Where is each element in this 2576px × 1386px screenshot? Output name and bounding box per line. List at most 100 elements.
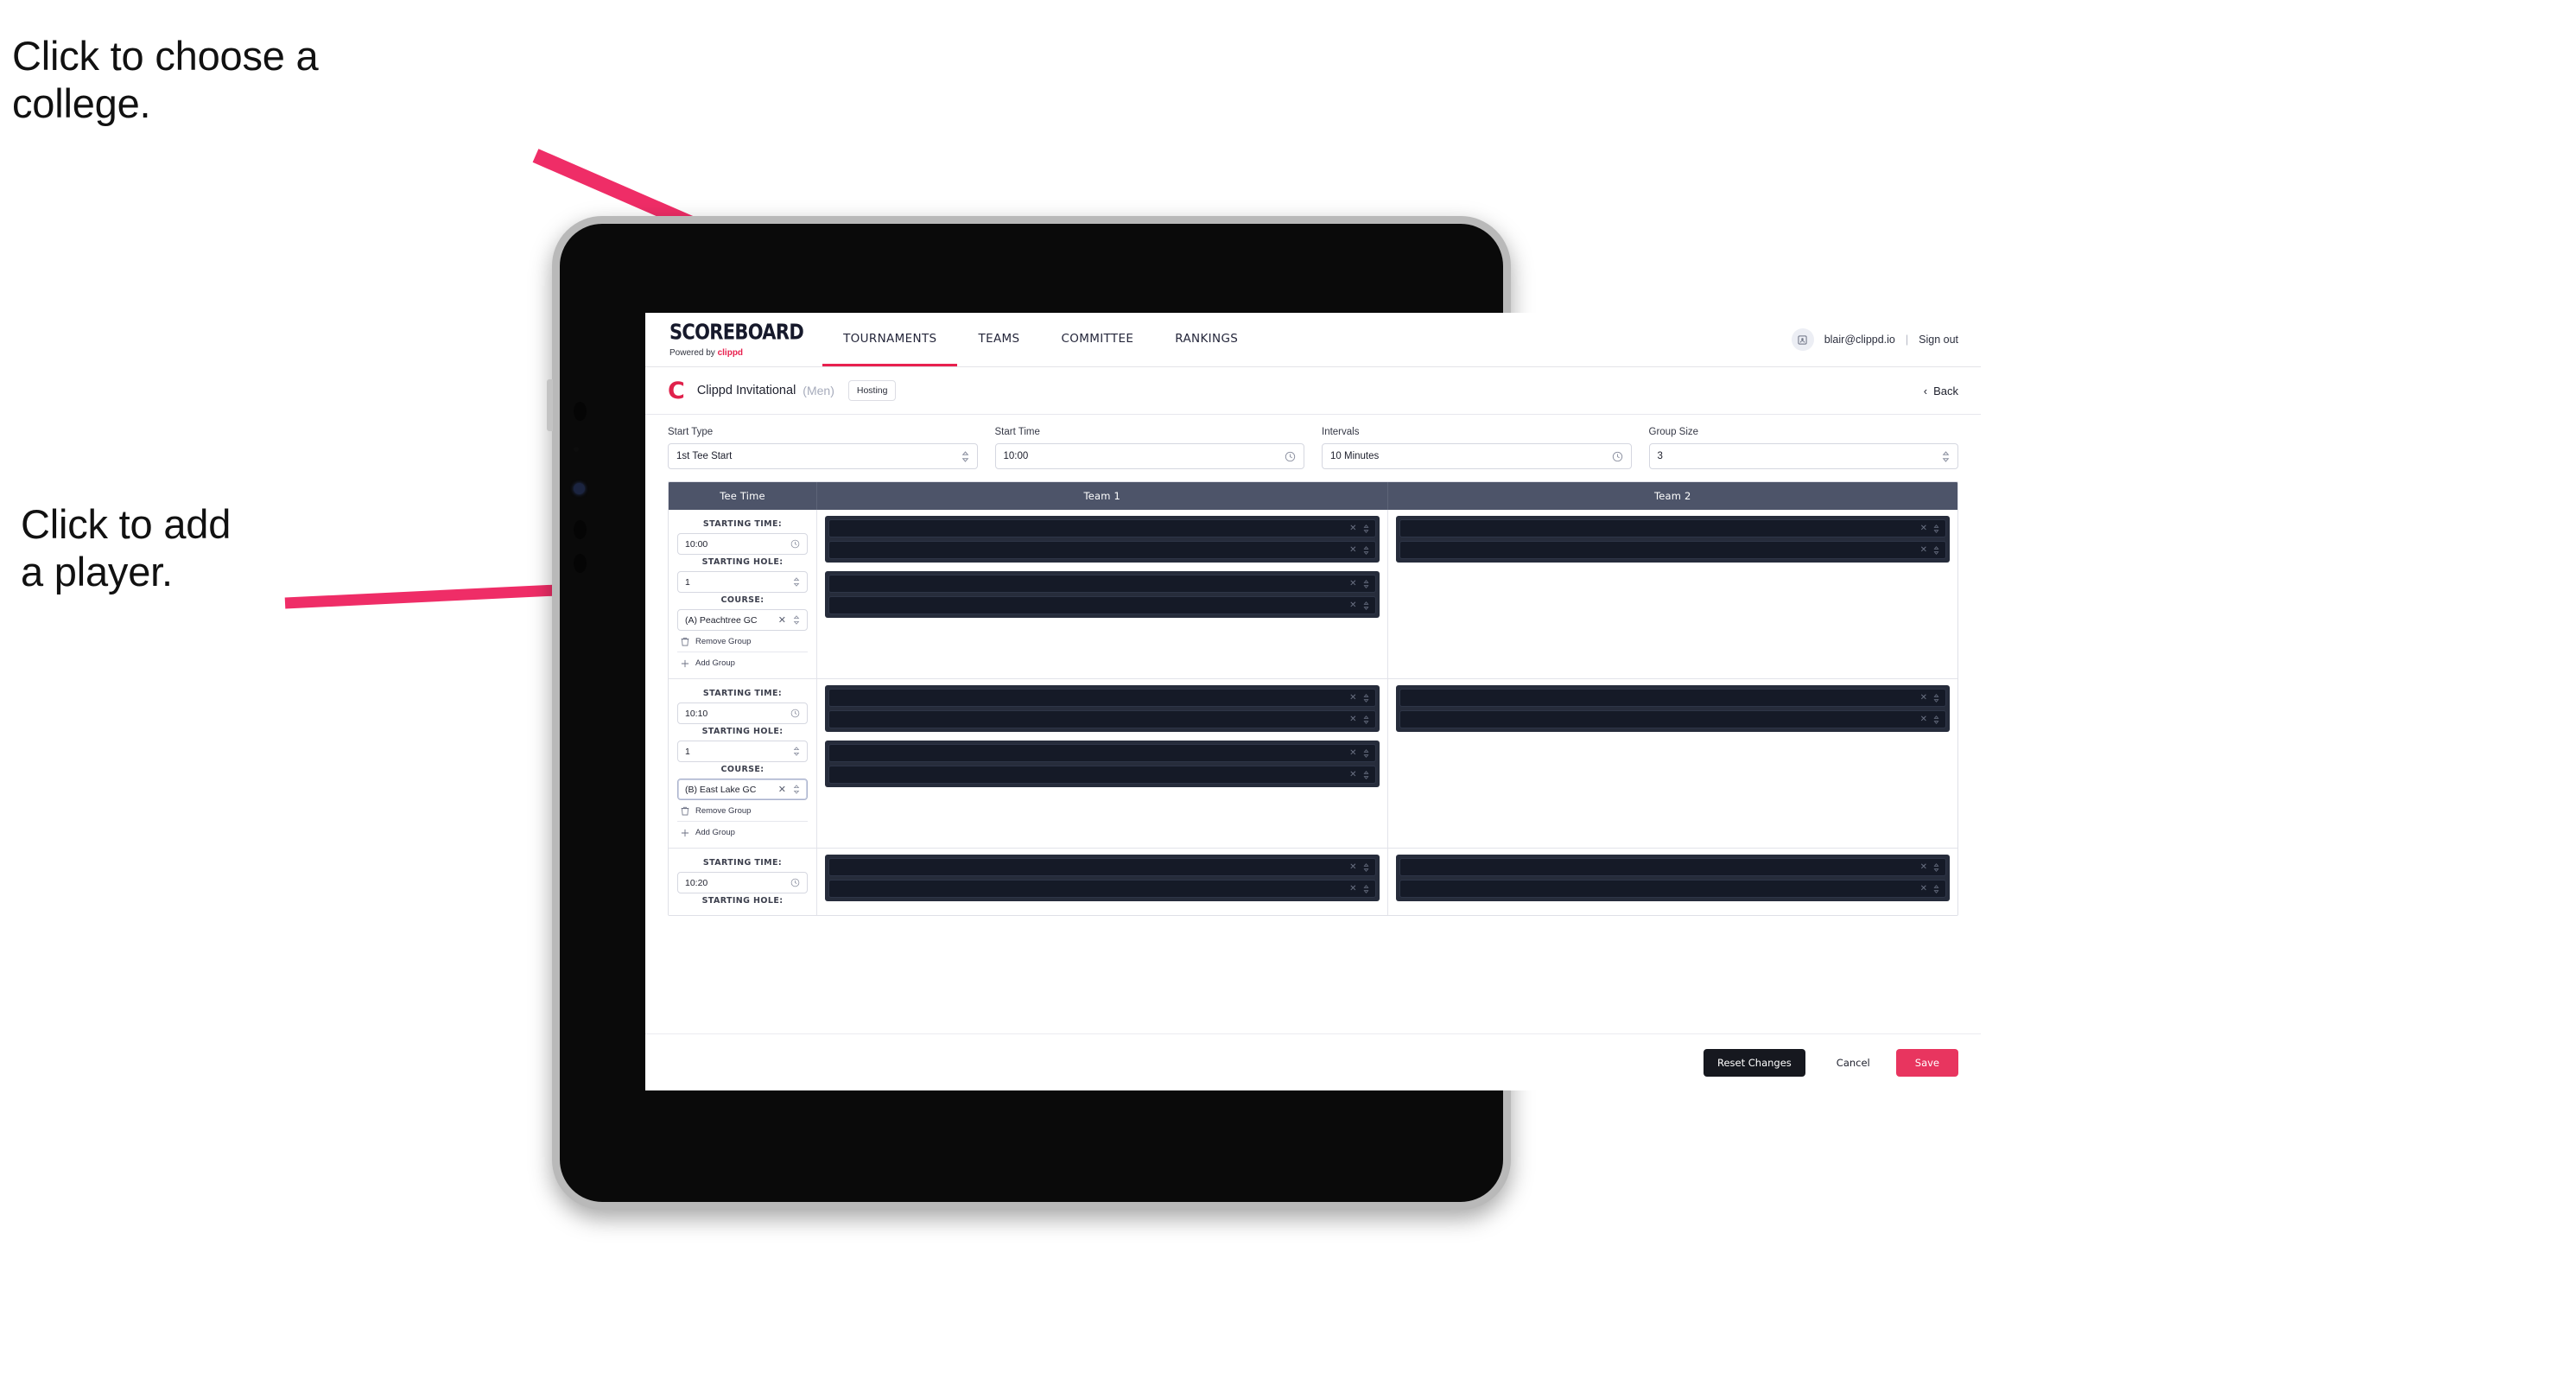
stepper-icon[interactable] (1363, 770, 1369, 779)
remove-player-icon[interactable]: ✕ (1349, 579, 1356, 588)
clock-icon[interactable] (790, 878, 800, 887)
stepper-icon[interactable] (1363, 545, 1369, 555)
remove-group-button[interactable]: Remove Group (677, 800, 808, 821)
player-group-panel: ✕ ✕ (825, 855, 1380, 901)
starting-hole-value: 1 (685, 576, 690, 588)
add-group-label: Add Group (695, 828, 735, 837)
nav-item-rankings[interactable]: RANKINGS (1154, 313, 1259, 366)
sign-out-link[interactable]: Sign out (1919, 334, 1958, 346)
stepper-icon[interactable] (1933, 545, 1939, 555)
stepper-icon[interactable] (793, 615, 800, 625)
player-row[interactable]: ✕ (828, 880, 1376, 898)
stepper-icon[interactable] (1363, 579, 1369, 588)
stepper-icon[interactable] (1933, 524, 1939, 533)
course-select[interactable]: (B) East Lake GC ✕ (677, 779, 808, 800)
player-row[interactable]: ✕ (1399, 541, 1946, 559)
remove-player-icon[interactable]: ✕ (1920, 524, 1927, 533)
remove-player-icon[interactable]: ✕ (1349, 862, 1356, 872)
group-size-select[interactable]: 3 (1648, 443, 1958, 469)
course-select[interactable]: (A) Peachtree GC ✕ (677, 609, 808, 631)
tablet-device-frame: SCOREBOARD Powered by clippd TOURNAMENTS… (547, 216, 1981, 1210)
starting-time-value: 10:10 (685, 708, 708, 719)
nav-items: TOURNAMENTS TEAMS COMMITTEE RANKINGS (822, 313, 1259, 366)
remove-player-icon[interactable]: ✕ (1349, 884, 1356, 893)
stepper-icon[interactable] (961, 450, 969, 462)
brand-logo[interactable]: SCOREBOARD Powered by clippd (645, 313, 822, 366)
remove-player-icon[interactable]: ✕ (1920, 693, 1927, 703)
starting-hole-input[interactable]: 1 (677, 571, 808, 593)
start-type-select[interactable]: 1st Tee Start (668, 443, 978, 469)
stepper-icon[interactable] (1933, 715, 1939, 724)
player-row[interactable]: ✕ (828, 766, 1376, 784)
clock-icon[interactable] (790, 539, 800, 549)
player-row[interactable]: ✕ (1399, 880, 1946, 898)
add-group-button[interactable]: Add Group (677, 821, 808, 842)
nav-item-tournaments[interactable]: TOURNAMENTS (822, 313, 958, 366)
clock-icon[interactable] (790, 709, 800, 718)
cancel-button[interactable]: Cancel (1818, 1049, 1889, 1077)
remove-player-icon[interactable]: ✕ (1920, 884, 1927, 893)
remove-player-icon[interactable]: ✕ (1920, 862, 1927, 872)
player-row[interactable]: ✕ (1399, 519, 1946, 537)
brand-sub-prefix: Powered by (669, 348, 715, 358)
starting-time-input[interactable]: 10:10 (677, 703, 808, 724)
stepper-icon[interactable] (1363, 524, 1369, 533)
back-button[interactable]: ‹ Back (1924, 385, 1958, 397)
player-row[interactable]: ✕ (828, 689, 1376, 707)
clock-icon[interactable] (1612, 451, 1623, 462)
stepper-icon[interactable] (1363, 862, 1369, 872)
remove-player-icon[interactable]: ✕ (1349, 715, 1356, 724)
add-group-label: Add Group (695, 658, 735, 668)
tablet-sensor-dot (574, 402, 587, 421)
save-button[interactable]: Save (1895, 1048, 1958, 1077)
reset-changes-button[interactable]: Reset Changes (1703, 1048, 1805, 1077)
stepper-icon[interactable] (1933, 884, 1939, 893)
starting-hole-input[interactable]: 1 (677, 741, 808, 762)
clear-course-icon[interactable]: ✕ (778, 784, 786, 795)
clock-icon[interactable] (1285, 451, 1296, 462)
player-row[interactable]: ✕ (828, 541, 1376, 559)
stepper-icon[interactable] (1942, 450, 1950, 462)
nav-item-committee[interactable]: COMMITTEE (1040, 313, 1154, 366)
stepper-icon[interactable] (1363, 601, 1369, 610)
tablet-side-button[interactable] (547, 379, 553, 431)
stepper-icon[interactable] (793, 577, 800, 587)
remove-player-icon[interactable]: ✕ (1920, 545, 1927, 555)
tee-time-group-row: STARTING TIME: 10:20 STARTING HOLE: ✕ ✕ ✕ ✕ (669, 849, 1957, 915)
user-avatar-icon[interactable] (1791, 328, 1814, 351)
start-time-input[interactable]: 10:00 (994, 443, 1304, 469)
stepper-icon[interactable] (1363, 693, 1369, 703)
nav-item-teams[interactable]: TEAMS (957, 313, 1040, 366)
starting-time-input[interactable]: 10:20 (677, 872, 808, 893)
starting-time-input[interactable]: 10:00 (677, 533, 808, 555)
player-row[interactable]: ✕ (828, 744, 1376, 762)
player-row[interactable]: ✕ (1399, 689, 1946, 707)
player-row[interactable]: ✕ (828, 519, 1376, 537)
remove-player-icon[interactable]: ✕ (1349, 693, 1356, 703)
remove-player-icon[interactable]: ✕ (1349, 748, 1356, 758)
stepper-icon[interactable] (1933, 862, 1939, 872)
player-row[interactable]: ✕ (1399, 710, 1946, 728)
remove-player-icon[interactable]: ✕ (1920, 715, 1927, 724)
intervals-input[interactable]: 10 Minutes (1322, 443, 1632, 469)
player-row[interactable]: ✕ (828, 710, 1376, 728)
add-group-button[interactable]: Add Group (677, 652, 808, 673)
stepper-icon[interactable] (1363, 884, 1369, 893)
stepper-icon[interactable] (1363, 715, 1369, 724)
stepper-icon[interactable] (793, 785, 800, 794)
player-row[interactable]: ✕ (828, 858, 1376, 876)
remove-player-icon[interactable]: ✕ (1349, 524, 1356, 533)
stepper-icon[interactable] (1933, 693, 1939, 703)
stepper-icon[interactable] (793, 747, 800, 756)
clear-course-icon[interactable]: ✕ (778, 614, 786, 626)
course-label: COURSE: (720, 595, 765, 605)
player-row[interactable]: ✕ (828, 575, 1376, 593)
remove-player-icon[interactable]: ✕ (1349, 770, 1356, 779)
remove-player-icon[interactable]: ✕ (1349, 601, 1356, 610)
remove-group-button[interactable]: Remove Group (677, 631, 808, 652)
course-value: (B) East Lake GC (685, 784, 757, 795)
player-row[interactable]: ✕ (1399, 858, 1946, 876)
player-row[interactable]: ✕ (828, 596, 1376, 614)
stepper-icon[interactable] (1363, 748, 1369, 758)
remove-player-icon[interactable]: ✕ (1349, 545, 1356, 555)
